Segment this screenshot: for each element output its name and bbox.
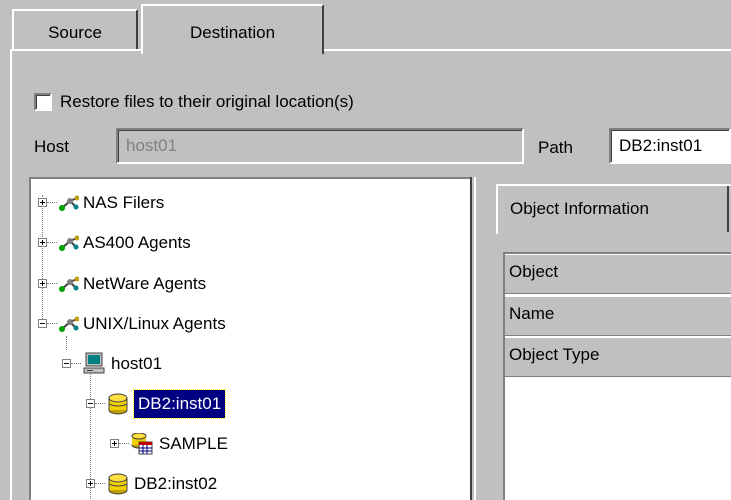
pane-splitter[interactable] [470, 177, 486, 500]
tree-node-sample[interactable]: SAMPLE [31, 428, 461, 460]
tab-destination[interactable]: Destination [141, 4, 324, 54]
tree-node-db2-inst02[interactable]: DB2:inst02 [31, 468, 461, 500]
tree-node-label: DB2:inst01 [132, 389, 227, 419]
object-type-row-label: Object Type [509, 345, 600, 364]
tree-connector [47, 202, 57, 203]
name-row-label: Name [509, 304, 555, 323]
collapse-icon[interactable] [38, 319, 47, 328]
collapse-icon[interactable] [86, 399, 95, 408]
tree-node-as400-agents[interactable]: AS400 Agents [31, 227, 461, 259]
tree-connector [47, 283, 57, 284]
tab-object-information[interactable]: Object Information [496, 184, 731, 234]
network-icon [59, 276, 79, 292]
tab-destination-label: Destination [189, 23, 276, 42]
name-row: Name [505, 296, 731, 336]
splitter-edge [470, 177, 472, 500]
network-icon [59, 195, 79, 211]
restore-original-checkbox[interactable] [34, 93, 52, 111]
restore-original-label: Restore files to their original location… [60, 92, 354, 111]
tree-node-db2-inst01[interactable]: DB2:inst01 [31, 388, 461, 420]
tree-connector [95, 483, 105, 484]
tree-connector [66, 336, 67, 350]
tree-node-label: NAS Filers [83, 193, 165, 212]
computer-icon [83, 352, 105, 374]
network-icon [59, 235, 79, 251]
tab-source-label: Source [48, 23, 102, 42]
splitter-highlight [474, 177, 476, 500]
tree-node-label: SAMPLE [159, 434, 228, 453]
tree-connector [47, 323, 57, 324]
host-field[interactable]: host01 [116, 128, 524, 164]
expand-icon[interactable] [110, 439, 119, 448]
tab-edge [727, 186, 729, 232]
tree-connector [95, 403, 105, 404]
tree-node-label: NetWare Agents [83, 274, 207, 293]
host-label: Host [34, 137, 69, 156]
tree-node-host01[interactable]: host01 [31, 336, 461, 380]
tree-node-label: AS400 Agents [83, 233, 191, 252]
tree-node-label: host01 [111, 354, 163, 373]
tree-connector [71, 363, 81, 364]
network-icon [59, 316, 79, 332]
tree-connector [47, 242, 57, 243]
tree-node-unix-linux-agents[interactable]: UNIX/Linux Agents [31, 308, 461, 340]
tree-node-label: DB2:inst02 [134, 474, 218, 493]
path-field[interactable]: DB2:inst01 [609, 128, 731, 164]
tab-source[interactable]: Source [12, 9, 138, 51]
tab-strip-line [10, 49, 731, 51]
tree-connector [119, 443, 129, 444]
object-header-label: Object [509, 262, 559, 281]
tree-node-netware-agents[interactable]: NetWare Agents [31, 268, 461, 300]
tab-object-information-label: Object Information [510, 199, 649, 218]
object-header: Object [505, 254, 731, 294]
database-icon [108, 393, 128, 415]
tree-node-label: UNIX/Linux Agents [83, 314, 226, 333]
database-icon [108, 473, 128, 495]
object-type-row: Object Type [505, 337, 731, 377]
expand-icon[interactable] [86, 479, 95, 488]
expand-icon[interactable] [38, 198, 47, 207]
path-label: Path [538, 138, 573, 157]
expand-icon[interactable] [38, 279, 47, 288]
collapse-icon[interactable] [62, 359, 71, 368]
tree-node-nas-filers[interactable]: NAS Filers [31, 187, 461, 219]
agent-tree[interactable]: NAS Filers AS400 Agents NetWare Agents U… [29, 177, 470, 500]
panel-border [10, 50, 12, 500]
database-table-icon [131, 433, 153, 455]
host-value: host01 [126, 136, 178, 155]
expand-icon[interactable] [38, 238, 47, 247]
path-value: DB2:inst01 [619, 136, 703, 155]
